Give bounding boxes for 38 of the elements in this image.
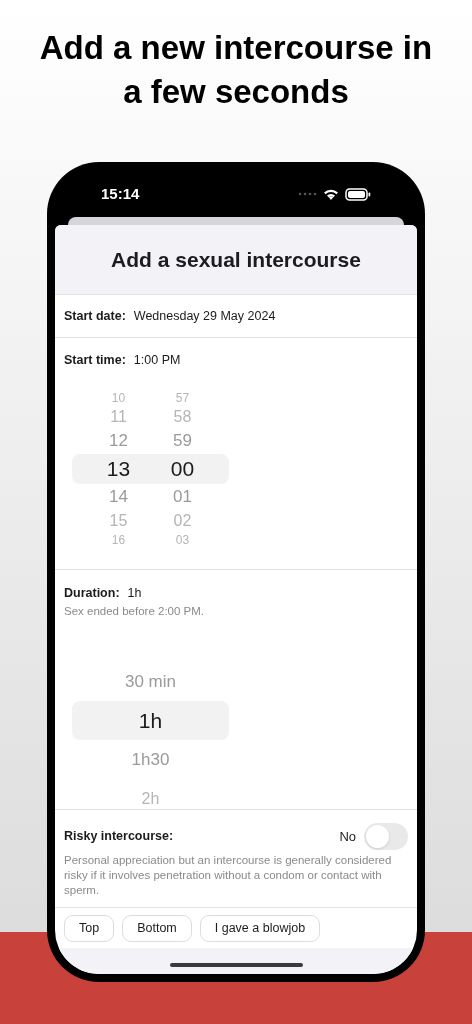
promo-heading: Add a new intercourse in a few seconds	[38, 28, 434, 112]
picker-option[interactable]: 1h30	[131, 751, 170, 768]
picker-option[interactable]: 12	[98, 432, 139, 450]
picker-option[interactable]: 30 min	[125, 673, 176, 690]
wifi-icon	[323, 188, 339, 200]
duration-label: Duration:	[64, 585, 120, 602]
risky-state: No	[339, 827, 356, 846]
tag-chip[interactable]: Bottom	[122, 915, 192, 942]
start-date-label: Start date:	[64, 307, 126, 325]
picker-option[interactable]: 11	[98, 408, 139, 425]
picker-option[interactable]: 10	[98, 391, 139, 404]
picker-option[interactable]: 2h	[141, 790, 160, 807]
picker-option[interactable]: 58	[162, 408, 203, 425]
picker-option[interactable]: 16	[98, 533, 139, 546]
picker-option[interactable]: 03	[162, 533, 203, 546]
picker-option[interactable]: 14	[98, 488, 139, 506]
start-time-value: 1:00 PM	[133, 352, 181, 369]
tag-chip[interactable]: I gave a blowjob	[199, 915, 321, 942]
risky-toggle[interactable]	[364, 823, 408, 850]
status-time: 15:14	[101, 183, 140, 204]
duration-value: 1h	[127, 585, 142, 602]
picker-option[interactable]: 01	[162, 488, 203, 506]
picker-option[interactable]: 00	[162, 458, 203, 480]
picker-option[interactable]: 02	[162, 512, 203, 529]
picker-option[interactable]: 13	[98, 458, 139, 480]
tag-chip[interactable]: Top	[64, 915, 115, 942]
risky-description: Personal appreciation but an intercourse is generally considered risky if it involves penetration without a condom or contact with sperm.	[64, 853, 393, 898]
duration-note: Sex ended before 2:00 PM.	[63, 603, 205, 619]
battery-icon	[345, 187, 371, 201]
start-date-value[interactable]: Wednesday 29 May 2024	[133, 306, 276, 326]
picker-option[interactable]: 15	[98, 512, 139, 529]
picker-option[interactable]: 59	[162, 432, 203, 450]
picker-option[interactable]: 1h	[138, 710, 163, 731]
sheet-title: Add a sexual intercourse	[111, 246, 361, 273]
risky-label: Risky intercourse:	[64, 828, 174, 846]
start-time-label: Start time:	[64, 352, 126, 369]
picker-option[interactable]: 57	[162, 391, 203, 404]
signal-dots-icon	[299, 192, 317, 196]
